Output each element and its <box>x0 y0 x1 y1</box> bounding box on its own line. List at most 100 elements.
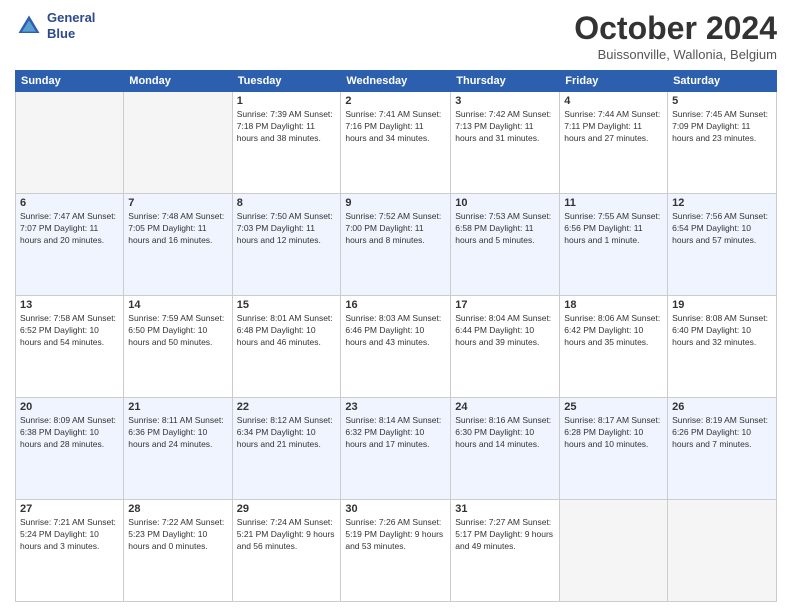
calendar-day: 6 Sunrise: 7:47 AM Sunset: 7:07 PM Daylig… <box>16 194 124 296</box>
day-detail: Sunrise: 8:09 AM Sunset: 6:38 PM Dayligh… <box>20 415 119 451</box>
col-monday: Monday <box>124 71 232 92</box>
calendar-day: 7Sunrise: 7:48 AM Sunset: 7:05 PM Daylig… <box>124 194 232 296</box>
day-detail: Sunrise: 7:44 AM Sunset: 7:11 PM Dayligh… <box>564 109 663 145</box>
day-number: 5 <box>672 95 772 107</box>
col-saturday: Saturday <box>668 71 777 92</box>
day-number: 9 <box>345 197 446 209</box>
col-sunday: Sunday <box>16 71 124 92</box>
day-number: 16 <box>345 299 446 311</box>
day-number: 10 <box>455 197 555 209</box>
calendar-day: 8 Sunrise: 7:50 AM Sunset: 7:03 PM Daylig… <box>232 194 341 296</box>
day-number: 23 <box>345 401 446 413</box>
calendar-day: 16Sunrise: 8:03 AM Sunset: 6:46 PM Dayli… <box>341 296 451 398</box>
day-detail: Sunrise: 7:24 AM Sunset: 5:21 PM Dayligh… <box>237 517 337 553</box>
day-number: 22 <box>237 401 337 413</box>
day-number: 31 <box>455 503 555 515</box>
day-detail: Sunrise: 7:55 AM Sunset: 6:56 PM Dayligh… <box>564 211 663 247</box>
day-number: 4 <box>564 95 663 107</box>
day-detail: Sunrise: 8:06 AM Sunset: 6:42 PM Dayligh… <box>564 313 663 349</box>
calendar-day: 30Sunrise: 7:26 AM Sunset: 5:19 PM Dayli… <box>341 500 451 602</box>
calendar-week-4: 20 Sunrise: 8:09 AM Sunset: 6:38 PM Dayli… <box>16 398 777 500</box>
day-number: 13 <box>20 299 119 311</box>
col-tuesday: Tuesday <box>232 71 341 92</box>
day-detail: Sunrise: 7:53 AM Sunset: 6:58 PM Dayligh… <box>455 211 555 247</box>
day-detail: Sunrise: 7:39 AM Sunset: 7:18 PM Dayligh… <box>237 109 337 145</box>
day-number: 29 <box>237 503 337 515</box>
calendar-day: 27 Sunrise: 7:21 AM Sunset: 5:24 PM Dayli… <box>16 500 124 602</box>
day-detail: Sunrise: 7:27 AM Sunset: 5:17 PM Dayligh… <box>455 517 555 553</box>
logo-icon <box>15 12 43 40</box>
day-detail: Sunrise: 7:50 AM Sunset: 7:03 PM Dayligh… <box>237 211 337 247</box>
day-number: 2 <box>345 95 446 107</box>
title-block: October 2024 Buissonville, Wallonia, Bel… <box>574 10 777 62</box>
calendar-day: 21Sunrise: 8:11 AM Sunset: 6:36 PM Dayli… <box>124 398 232 500</box>
logo-text: General Blue <box>47 10 95 41</box>
calendar-table: Sunday Monday Tuesday Wednesday Thursday… <box>15 70 777 602</box>
day-detail: Sunrise: 8:04 AM Sunset: 6:44 PM Dayligh… <box>455 313 555 349</box>
day-detail: Sunrise: 7:56 AM Sunset: 6:54 PM Dayligh… <box>672 211 772 247</box>
day-detail: Sunrise: 7:47 AM Sunset: 7:07 PM Dayligh… <box>20 211 119 247</box>
calendar-day: 22 Sunrise: 8:12 AM Sunset: 6:34 PM Dayli… <box>232 398 341 500</box>
day-number: 27 <box>20 503 119 515</box>
day-detail: Sunrise: 7:41 AM Sunset: 7:16 PM Dayligh… <box>345 109 446 145</box>
calendar-day: 24Sunrise: 8:16 AM Sunset: 6:30 PM Dayli… <box>451 398 560 500</box>
logo-line1: General <box>47 10 95 26</box>
day-number: 21 <box>128 401 227 413</box>
calendar-day: 18Sunrise: 8:06 AM Sunset: 6:42 PM Dayli… <box>560 296 668 398</box>
day-detail: Sunrise: 7:52 AM Sunset: 7:00 PM Dayligh… <box>345 211 446 247</box>
day-detail: Sunrise: 8:14 AM Sunset: 6:32 PM Dayligh… <box>345 415 446 451</box>
location: Buissonville, Wallonia, Belgium <box>574 47 777 62</box>
calendar-day: 12 Sunrise: 7:56 AM Sunset: 6:54 PM Dayli… <box>668 194 777 296</box>
day-number: 20 <box>20 401 119 413</box>
calendar-day <box>16 92 124 194</box>
calendar-day: 19 Sunrise: 8:08 AM Sunset: 6:40 PM Dayli… <box>668 296 777 398</box>
calendar-week-2: 6 Sunrise: 7:47 AM Sunset: 7:07 PM Daylig… <box>16 194 777 296</box>
calendar-day: 23 Sunrise: 8:14 AM Sunset: 6:32 PM Dayli… <box>341 398 451 500</box>
calendar-day: 17 Sunrise: 8:04 AM Sunset: 6:44 PM Dayli… <box>451 296 560 398</box>
col-thursday: Thursday <box>451 71 560 92</box>
day-number: 8 <box>237 197 337 209</box>
page: General Blue October 2024 Buissonville, … <box>0 0 792 612</box>
calendar-day: 29 Sunrise: 7:24 AM Sunset: 5:21 PM Dayli… <box>232 500 341 602</box>
day-detail: Sunrise: 7:42 AM Sunset: 7:13 PM Dayligh… <box>455 109 555 145</box>
calendar-week-1: 1 Sunrise: 7:39 AM Sunset: 7:18 PM Daylig… <box>16 92 777 194</box>
day-number: 11 <box>564 197 663 209</box>
day-number: 15 <box>237 299 337 311</box>
header-row: Sunday Monday Tuesday Wednesday Thursday… <box>16 71 777 92</box>
day-detail: Sunrise: 8:17 AM Sunset: 6:28 PM Dayligh… <box>564 415 663 451</box>
day-number: 26 <box>672 401 772 413</box>
day-number: 17 <box>455 299 555 311</box>
day-number: 24 <box>455 401 555 413</box>
calendar-day <box>668 500 777 602</box>
calendar-day: 1 Sunrise: 7:39 AM Sunset: 7:18 PM Daylig… <box>232 92 341 194</box>
calendar-day: 11 Sunrise: 7:55 AM Sunset: 6:56 PM Dayli… <box>560 194 668 296</box>
calendar-day: 13 Sunrise: 7:58 AM Sunset: 6:52 PM Dayli… <box>16 296 124 398</box>
day-detail: Sunrise: 7:21 AM Sunset: 5:24 PM Dayligh… <box>20 517 119 553</box>
day-detail: Sunrise: 8:01 AM Sunset: 6:48 PM Dayligh… <box>237 313 337 349</box>
calendar-day: 31 Sunrise: 7:27 AM Sunset: 5:17 PM Dayli… <box>451 500 560 602</box>
calendar-day <box>124 92 232 194</box>
day-number: 25 <box>564 401 663 413</box>
header: General Blue October 2024 Buissonville, … <box>15 10 777 62</box>
calendar-week-5: 27 Sunrise: 7:21 AM Sunset: 5:24 PM Dayli… <box>16 500 777 602</box>
day-detail: Sunrise: 7:59 AM Sunset: 6:50 PM Dayligh… <box>128 313 227 349</box>
calendar-week-3: 13 Sunrise: 7:58 AM Sunset: 6:52 PM Dayli… <box>16 296 777 398</box>
calendar-day: 9 Sunrise: 7:52 AM Sunset: 7:00 PM Daylig… <box>341 194 451 296</box>
calendar-day: 25 Sunrise: 8:17 AM Sunset: 6:28 PM Dayli… <box>560 398 668 500</box>
calendar-day: 28Sunrise: 7:22 AM Sunset: 5:23 PM Dayli… <box>124 500 232 602</box>
calendar-day: 4 Sunrise: 7:44 AM Sunset: 7:11 PM Daylig… <box>560 92 668 194</box>
day-number: 12 <box>672 197 772 209</box>
col-wednesday: Wednesday <box>341 71 451 92</box>
day-detail: Sunrise: 8:08 AM Sunset: 6:40 PM Dayligh… <box>672 313 772 349</box>
day-number: 19 <box>672 299 772 311</box>
calendar-day: 15 Sunrise: 8:01 AM Sunset: 6:48 PM Dayli… <box>232 296 341 398</box>
calendar-day <box>560 500 668 602</box>
col-friday: Friday <box>560 71 668 92</box>
day-detail: Sunrise: 7:58 AM Sunset: 6:52 PM Dayligh… <box>20 313 119 349</box>
day-detail: Sunrise: 8:12 AM Sunset: 6:34 PM Dayligh… <box>237 415 337 451</box>
day-number: 6 <box>20 197 119 209</box>
day-detail: Sunrise: 7:48 AM Sunset: 7:05 PM Dayligh… <box>128 211 227 247</box>
day-number: 3 <box>455 95 555 107</box>
day-number: 1 <box>237 95 337 107</box>
calendar-day: 10 Sunrise: 7:53 AM Sunset: 6:58 PM Dayli… <box>451 194 560 296</box>
